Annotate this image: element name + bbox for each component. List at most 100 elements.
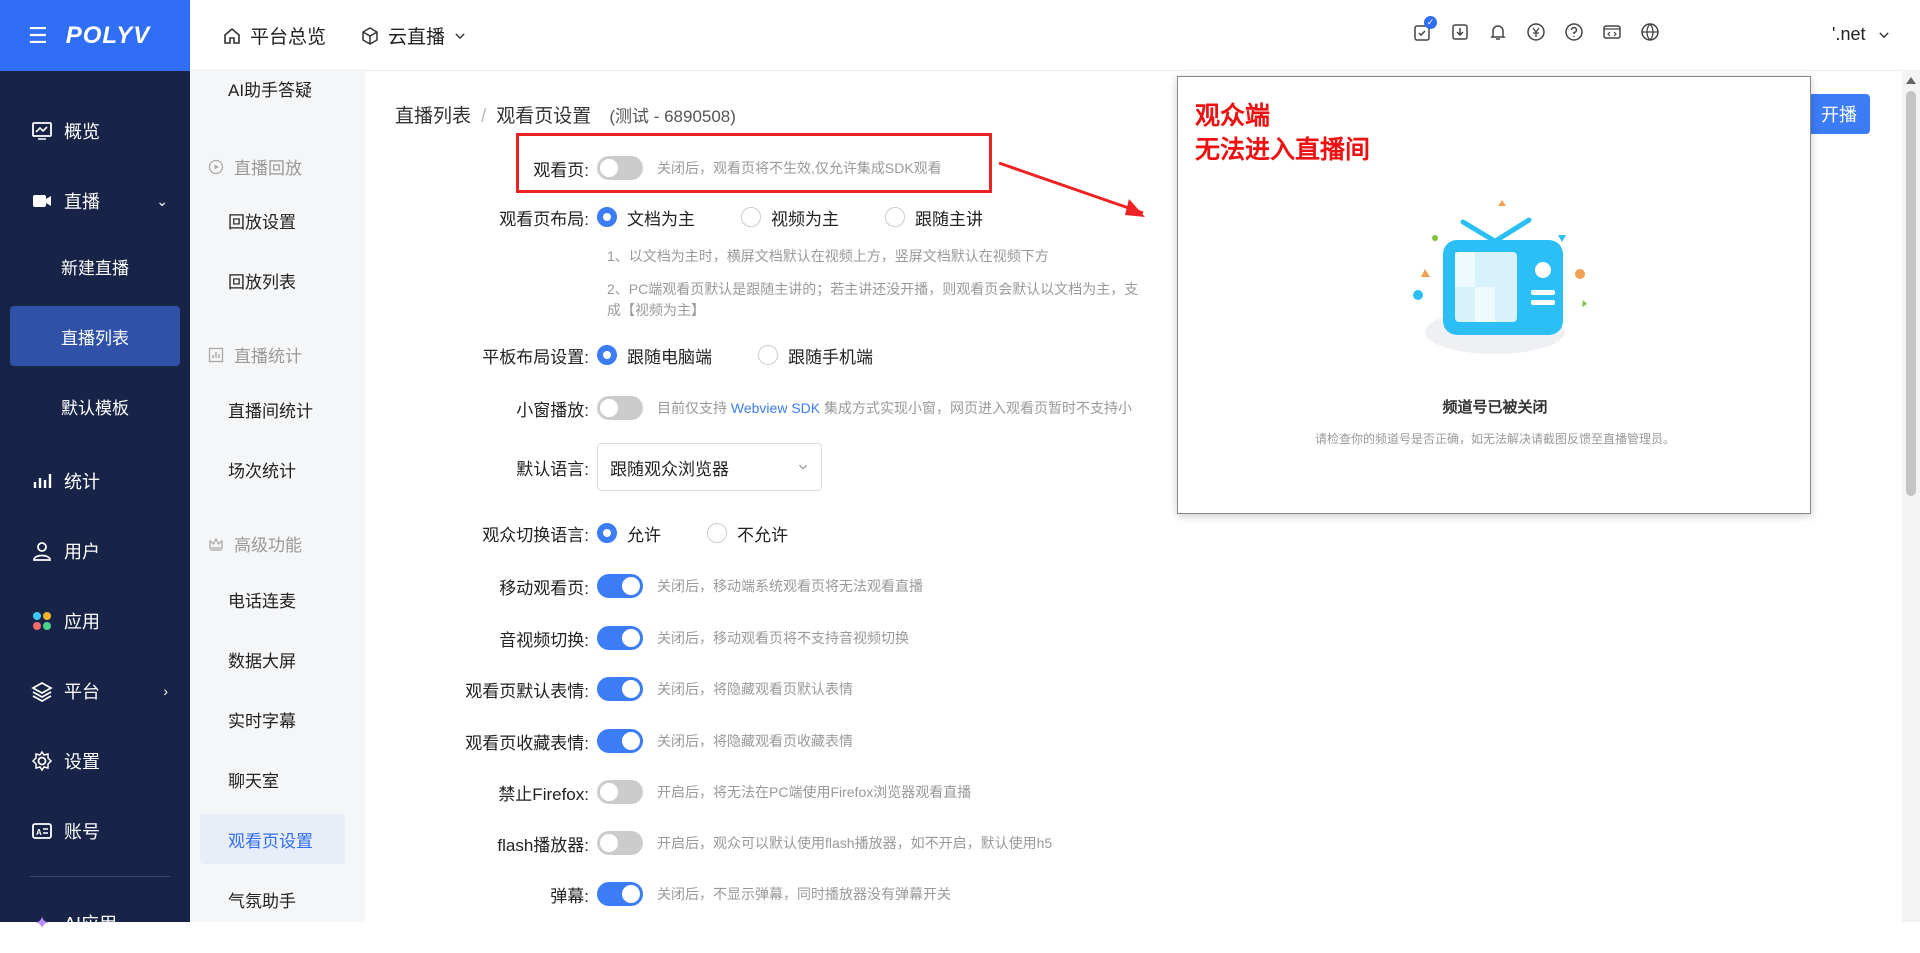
chevron-down-icon <box>798 464 808 470</box>
setting-hint: 关闭后，移动观看页将不支持音视频切换 <box>657 630 909 646</box>
nav-label: 平台总览 <box>250 27 327 48</box>
sidebar-item-overview[interactable]: 概览 <box>0 101 190 161</box>
flash-toggle[interactable] <box>597 831 643 855</box>
radio-label: 文档为主 <box>627 209 695 229</box>
sidebar-item-label: 设置 <box>64 752 100 772</box>
subnav-item-data-screen[interactable]: 数据大屏 <box>200 634 345 684</box>
sidebar-item-live[interactable]: 直播 ⌄ <box>0 171 190 231</box>
subnav-item-watch-page-settings[interactable]: 观看页设置 <box>200 814 345 864</box>
subnav-item-replay-settings[interactable]: 回放设置 <box>200 195 345 245</box>
download-icon[interactable] <box>1450 22 1470 44</box>
language-select[interactable]: 跟随观众浏览器 <box>597 443 822 491</box>
sidebar-item-stats[interactable]: 统计 <box>0 451 190 511</box>
sidebar-sub-live-list[interactable]: 直播列表 <box>10 306 180 366</box>
chevron-right-icon: › <box>163 683 168 699</box>
subnav-item-atmosphere[interactable]: 气氛助手 <box>200 874 345 922</box>
chevron-down-icon <box>455 32 465 39</box>
setting-label: 观看页收藏表情: <box>465 733 589 753</box>
mobile-watch-toggle[interactable] <box>597 574 643 598</box>
danmaku-toggle[interactable] <box>597 882 643 906</box>
firefox-toggle[interactable] <box>597 780 643 804</box>
sidebar-item-platform[interactable]: 平台 › <box>0 661 190 721</box>
setting-label: 观看页布局: <box>499 209 589 229</box>
scrollbar-thumb[interactable] <box>1906 91 1916 496</box>
bell-icon[interactable] <box>1488 22 1508 44</box>
sidebar-item-apps[interactable]: 应用 <box>0 591 190 651</box>
webview-sdk-link[interactable]: Webview SDK <box>731 400 820 416</box>
subnav-item-replay-list[interactable]: 回放列表 <box>200 255 345 305</box>
radio-label: 跟随手机端 <box>788 347 873 367</box>
user-menu[interactable]: '.net <box>1832 24 1891 45</box>
radio-label: 视频为主 <box>771 209 839 229</box>
setting-emoji-favorite: 观看页收藏表情: 关闭后，将隐藏观看页收藏表情 <box>365 723 853 759</box>
sidebar-sub-default-template[interactable]: 默认模板 <box>10 376 180 436</box>
code-window-icon[interactable] <box>1602 22 1622 44</box>
switch-lang-allow-radio[interactable]: 允许 <box>597 521 661 546</box>
setting-hint: 关闭后，不显示弹幕，同时播放器没有弹幕开关 <box>657 886 951 902</box>
replay-icon <box>208 159 224 174</box>
top-nav: 平台总览 云直播 <box>222 0 467 71</box>
sidebar-item-account[interactable]: A 账号 <box>0 801 190 861</box>
highlight-box <box>516 133 992 193</box>
setting-label: 小窗播放: <box>516 400 589 420</box>
home-icon <box>224 27 240 44</box>
popup-heading-line2: 无法进入直播间 <box>1195 136 1371 164</box>
layout-note-2: 2、PC端观看页默认是跟随主讲的；若主讲还没开播，则观看页会默认以文档为主，支 <box>607 281 1139 297</box>
setting-hint: 目前仅支持 Webview SDK 集成方式实现小窗，网页进入观看页暂时不支持小 <box>657 398 1132 418</box>
layout-follow-radio[interactable]: 跟随主讲 <box>885 205 983 230</box>
setting-label: 移动观看页: <box>499 578 589 598</box>
emoji-favorite-toggle[interactable] <box>597 729 643 753</box>
subnav-item-chatroom[interactable]: 聊天室 <box>200 754 345 804</box>
scroll-up-icon[interactable] <box>1906 77 1916 84</box>
top-icons: ✓ <box>1412 16 1660 44</box>
hamburger-menu-icon[interactable]: ☰ <box>28 23 48 49</box>
sidebar-item-label: 平台 <box>64 682 100 702</box>
popup-heading: 观众端 无法进入直播间 <box>1195 99 1370 167</box>
breadcrumb: 直播列表 / 观看页设置 (测试 - 6890508) <box>395 101 736 128</box>
sidebar-item-label: 应用 <box>64 612 100 632</box>
sidebar-sub-new-live[interactable]: 新建直播 <box>10 236 180 296</box>
nav-label: 云直播 <box>388 27 446 48</box>
subnav-item-phone-mic[interactable]: 电话连麦 <box>200 574 345 624</box>
scrollbar[interactable] <box>1902 71 1920 922</box>
nav-cloud-live[interactable]: 云直播 <box>360 22 467 49</box>
subnav-item-session-stats[interactable]: 场次统计 <box>200 444 345 494</box>
yuan-icon[interactable] <box>1526 22 1546 44</box>
switch-lang-deny-radio[interactable]: 不允许 <box>707 521 788 546</box>
help-icon[interactable] <box>1564 22 1584 44</box>
popup-heading-line1: 观众端 <box>1195 102 1271 130</box>
sidebar-item-user[interactable]: 用户 <box>0 521 190 581</box>
tablet-mobile-radio[interactable]: 跟随手机端 <box>758 343 873 368</box>
layout-doc-radio[interactable]: 文档为主 <box>597 205 695 230</box>
radio-label: 跟随电脑端 <box>627 347 712 367</box>
setting-label: 观众切换语言: <box>482 525 589 545</box>
globe-icon[interactable] <box>1640 22 1660 44</box>
group-label: 高级功能 <box>234 536 302 555</box>
monitor-icon <box>30 119 54 143</box>
subnav-item-room-stats[interactable]: 直播间统计 <box>200 384 345 434</box>
subnav-item-subtitles[interactable]: 实时字幕 <box>200 694 345 744</box>
setting-label: flash播放器: <box>497 835 589 855</box>
emoji-default-toggle[interactable] <box>597 677 643 701</box>
setting-danmaku: 弹幕: 关闭后，不显示弹幕，同时播放器没有弹幕开关 <box>365 876 951 912</box>
task-icon[interactable]: ✓ <box>1412 16 1437 44</box>
setting-label: 音视频切换: <box>499 630 589 650</box>
hint-text: 集成方式实现小窗，网页进入观看页暂时不支持小 <box>820 400 1132 416</box>
breadcrumb-root[interactable]: 直播列表 <box>395 101 471 128</box>
sidebar-item-label: 账号 <box>64 822 100 842</box>
user-icon <box>30 539 54 563</box>
start-live-button[interactable]: 开播 <box>1808 94 1870 134</box>
setting-hint: 关闭后，移动端系统观看页将无法观看直播 <box>657 578 923 594</box>
tv-illustration-icon <box>1413 200 1587 354</box>
sidebar-item-settings[interactable]: 设置 <box>0 731 190 791</box>
setting-hint: 关闭后，将隐藏观看页默认表情 <box>657 681 853 697</box>
breadcrumb-separator: / <box>481 106 487 127</box>
layout-video-radio[interactable]: 视频为主 <box>741 205 839 230</box>
nav-platform-overview[interactable]: 平台总览 <box>222 22 326 49</box>
subnav-item-ai-assistant[interactable]: AI助手答疑 <box>200 71 345 113</box>
av-switch-toggle[interactable] <box>597 626 643 650</box>
tablet-pc-radio[interactable]: 跟随电脑端 <box>597 343 712 368</box>
mini-window-toggle[interactable] <box>597 396 643 420</box>
setting-emoji-default: 观看页默认表情: 关闭后，将隐藏观看页默认表情 <box>365 671 853 707</box>
sidebar-item-ai[interactable]: ✦ AI应用 <box>0 893 190 953</box>
